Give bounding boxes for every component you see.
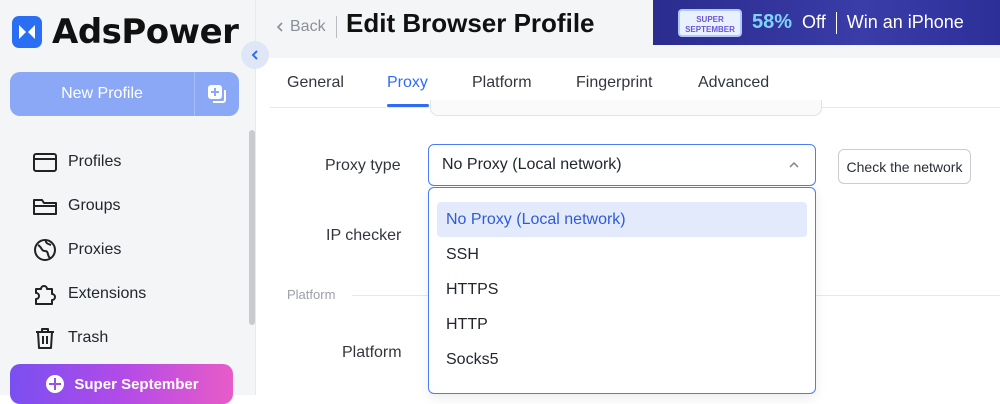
badge-line1: SUPER xyxy=(696,14,724,24)
badge-line2: SEPTEMBER xyxy=(685,24,735,34)
sidebar-item-profiles[interactable]: Profiles xyxy=(32,140,146,184)
new-profile-label[interactable]: New Profile xyxy=(10,85,194,103)
proxy-type-dropdown: No Proxy (Local network) SSH HTTPS HTTP … xyxy=(428,187,816,394)
sidebar-item-label: Profiles xyxy=(68,153,122,170)
promo-banner[interactable]: SUPER SEPTEMBER 58% Off Win an iPhone xyxy=(653,0,1000,45)
tab-proxy[interactable]: Proxy xyxy=(387,74,428,92)
adspower-logo-icon xyxy=(12,16,42,48)
page-title: Edit Browser Profile xyxy=(346,8,595,38)
back-button[interactable]: Back xyxy=(274,18,326,36)
trash-icon xyxy=(36,328,54,349)
globe-icon xyxy=(34,239,56,261)
sidebar-item-label: Proxies xyxy=(68,241,122,258)
banner-win: Win an iPhone xyxy=(846,12,964,32)
tab-platform[interactable]: Platform xyxy=(472,74,532,92)
ip-checker-label: IP checker xyxy=(326,227,402,244)
page-header: Back Edit Browser Profile SUPER SEPTEMBE… xyxy=(256,0,1000,58)
sidebar: AdsPower New Profile Profiles Groups Pro… xyxy=(0,0,256,404)
dropdown-option-https[interactable]: HTTPS xyxy=(437,272,807,307)
new-profile-button[interactable]: New Profile xyxy=(10,72,239,116)
sidebar-item-label: Extensions xyxy=(68,285,147,302)
chevron-left-icon xyxy=(276,22,283,32)
folder-icon xyxy=(33,199,57,215)
promo-label: Super September xyxy=(74,375,199,393)
tab-general[interactable]: General xyxy=(287,74,344,92)
proxy-type-value: No Proxy (Local network) xyxy=(442,156,622,173)
collapse-sidebar-button[interactable] xyxy=(241,41,269,69)
sidebar-nav: Profiles Groups Proxies Extensions Trash xyxy=(32,140,146,360)
active-tab-indicator xyxy=(387,104,429,107)
dropdown-option-http[interactable]: HTTP xyxy=(437,307,807,342)
batch-add-icon[interactable] xyxy=(195,72,239,116)
proxy-type-label: Proxy type xyxy=(325,157,401,174)
sidebar-scrollbar[interactable] xyxy=(249,130,255,325)
banner-badge: SUPER SEPTEMBER xyxy=(678,8,742,37)
chevron-up-icon xyxy=(789,161,799,168)
dropdown-option-socks5[interactable]: Socks5 xyxy=(437,342,807,377)
app-logo: AdsPower xyxy=(12,12,239,52)
sidebar-item-extensions[interactable]: Extensions xyxy=(32,272,146,316)
platform-label: Platform xyxy=(342,344,402,361)
sidebar-item-label: Trash xyxy=(68,329,109,346)
app-name: AdsPower xyxy=(52,12,239,52)
back-label: Back xyxy=(290,18,326,35)
previous-field-edge xyxy=(430,100,822,116)
gift-icon xyxy=(46,375,65,393)
platform-section-title: Platform xyxy=(287,287,336,302)
banner-separator xyxy=(835,11,837,34)
banner-off: Off xyxy=(802,12,826,32)
banner-percent: 58% xyxy=(752,11,793,33)
puzzle-icon xyxy=(35,285,56,305)
header-divider xyxy=(336,16,337,38)
chevron-left-icon xyxy=(251,50,258,60)
dropdown-option-no-proxy[interactable]: No Proxy (Local network) xyxy=(437,202,807,237)
profiles-icon xyxy=(33,153,57,172)
super-september-button[interactable]: Super September xyxy=(10,364,233,404)
sidebar-item-trash[interactable]: Trash xyxy=(32,316,146,360)
sidebar-item-proxies[interactable]: Proxies xyxy=(32,228,146,272)
sidebar-item-groups[interactable]: Groups xyxy=(32,184,146,228)
dropdown-option-ssh[interactable]: SSH xyxy=(437,237,807,272)
check-network-button[interactable]: Check the network xyxy=(838,149,971,184)
tab-advanced[interactable]: Advanced xyxy=(698,74,769,92)
proxy-type-select[interactable]: No Proxy (Local network) xyxy=(428,144,816,186)
tab-fingerprint[interactable]: Fingerprint xyxy=(576,74,652,92)
sidebar-item-label: Groups xyxy=(68,197,121,214)
